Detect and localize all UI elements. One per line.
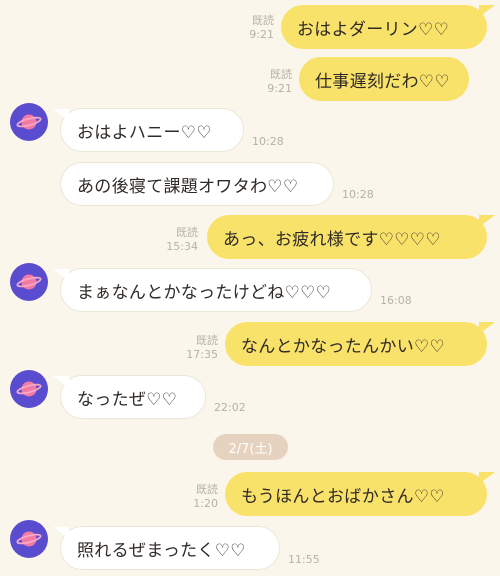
message-meta: 既読 1:20	[180, 483, 218, 511]
received-message-bubble[interactable]: まぁなんとかなったけどね♡♡♡	[53, 268, 372, 312]
message-text: もうほんとおばかさん♡♡	[241, 486, 445, 507]
message-text: なったぜ♡♡	[77, 389, 178, 410]
sent-message-bubble[interactable]: もうほんとおばかさん♡♡	[225, 472, 495, 516]
message-text: あっ、お疲れ様です♡♡♡♡	[223, 229, 441, 250]
message-time: 10:28	[342, 188, 374, 201]
contact-avatar[interactable]	[10, 263, 48, 301]
planet-icon	[16, 274, 42, 290]
message-time: 11:55	[288, 553, 320, 566]
received-message-bubble[interactable]: 照れるぜまったく♡♡	[53, 526, 280, 570]
message-meta: 既読 15:34	[160, 226, 198, 254]
message-text: おはよダーリン♡♡	[297, 19, 450, 40]
sent-message-bubble[interactable]: 仕事遅刻だわ♡♡	[299, 57, 469, 101]
message-time: 16:08	[380, 294, 412, 307]
message-time: 9:21	[249, 28, 274, 41]
read-receipt: 既読	[252, 14, 274, 27]
read-receipt: 既読	[176, 226, 198, 239]
message-time: 22:02	[214, 401, 246, 414]
contact-avatar[interactable]	[10, 103, 48, 141]
message-meta: 既読 9:21	[236, 14, 274, 42]
received-message-bubble[interactable]: あの後寝て課題オワタわ♡♡	[60, 162, 334, 206]
message-text: なんとかなったんかい♡♡	[241, 336, 446, 357]
sent-message-bubble[interactable]: あっ、お疲れ様です♡♡♡♡	[207, 215, 495, 259]
contact-avatar[interactable]	[10, 370, 48, 408]
message-text: 照れるぜまったく♡♡	[77, 540, 246, 561]
contact-avatar[interactable]	[10, 520, 48, 558]
message-time: 17:35	[186, 348, 218, 361]
message-time: 15:34	[166, 240, 198, 253]
read-receipt: 既読	[196, 483, 218, 496]
message-meta: 既読 17:35	[180, 334, 218, 362]
message-text: まぁなんとかなったけどね♡♡♡	[77, 282, 332, 303]
message-time: 1:20	[193, 497, 218, 510]
read-receipt: 既読	[196, 334, 218, 347]
message-meta: 既読 9:21	[254, 68, 292, 96]
message-time: 10:28	[252, 135, 284, 148]
planet-icon	[16, 114, 42, 130]
received-message-bubble[interactable]: なったぜ♡♡	[53, 375, 206, 419]
sent-message-bubble[interactable]: おはよダーリン♡♡	[281, 5, 495, 49]
date-divider: 2/7(土)	[213, 434, 288, 460]
message-text: 仕事遅刻だわ♡♡	[315, 71, 450, 92]
planet-icon	[16, 381, 42, 397]
message-time: 9:21	[267, 82, 292, 95]
sent-message-bubble[interactable]: なんとかなったんかい♡♡	[225, 322, 495, 366]
message-text: おはよハニー♡♡	[77, 122, 212, 143]
received-message-bubble[interactable]: おはよハニー♡♡	[53, 108, 244, 152]
read-receipt: 既読	[270, 68, 292, 81]
message-text: あの後寝て課題オワタわ♡♡	[77, 176, 299, 197]
planet-icon	[16, 531, 42, 547]
